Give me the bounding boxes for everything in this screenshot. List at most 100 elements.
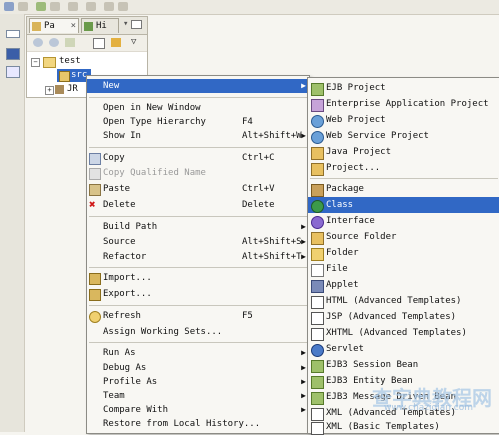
search-icon[interactable] [36, 2, 46, 11]
submenu-item-ejb-project[interactable]: EJB Project [308, 80, 499, 96]
submenu-arrow-icon: ▶ [301, 405, 306, 414]
hierarchy-view-icon[interactable] [6, 66, 20, 78]
submenu-arrow-icon: ▶ [301, 81, 306, 90]
submenu-item-ejb3-session-bean[interactable]: EJB3 Session Bean [308, 357, 499, 373]
minimize-icon[interactable] [131, 20, 142, 29]
submenu-item-xml-basic[interactable]: XML (Basic Templates) [308, 419, 499, 435]
submenu-item-project[interactable]: Project... [308, 160, 499, 176]
submenu-item-applet[interactable]: Applet [308, 277, 499, 293]
menu-item-refactor[interactable]: Refactor Alt+Shift+T ▶ [87, 250, 309, 264]
submenu-item-class[interactable]: Class [308, 197, 499, 213]
submenu-arrow-icon: ▶ [301, 252, 306, 261]
menu-item-debug-as[interactable]: Debug As ▶ [87, 361, 309, 375]
chevron-down-icon[interactable]: ▽ [131, 37, 136, 47]
tab-label: Pa [44, 21, 55, 31]
menu-item-refresh[interactable]: Refresh F5 [87, 309, 309, 323]
menu-item-show-in[interactable]: Show In Alt+Shift+W ▶ [87, 129, 309, 143]
menu-item-delete[interactable]: ✖ Delete Delete [87, 198, 309, 212]
link-editor-icon[interactable] [111, 38, 121, 47]
submenu-item-jsp[interactable]: JSP (Advanced Templates) [308, 309, 499, 325]
tree-item-test[interactable]: − test [31, 55, 141, 68]
submenu-item-xhtml[interactable]: XHTML (Advanced Templates) [308, 325, 499, 341]
submenu-item-servlet[interactable]: Servlet [308, 341, 499, 357]
menu-item-build-path[interactable]: Build Path ▶ [87, 220, 309, 234]
html-icon [311, 296, 324, 309]
submenu-item-file[interactable]: File [308, 261, 499, 277]
export-icon [89, 289, 101, 301]
menu-item-run-as[interactable]: Run As ▶ [87, 346, 309, 360]
close-icon[interactable]: × [71, 19, 76, 34]
new-submenu: EJB Project Enterprise Application Proje… [307, 77, 499, 435]
menu-item-source[interactable]: Source Alt+Shift+S ▶ [87, 235, 309, 249]
submenu-item-enterprise-application-project[interactable]: Enterprise Application Project [308, 96, 499, 112]
submenu-arrow-icon: ▶ [301, 377, 306, 386]
menu-item-team[interactable]: Team ▶ [87, 389, 309, 403]
session-bean-icon [311, 360, 324, 373]
jsp-icon [311, 312, 324, 325]
main-toolbar [0, 0, 499, 15]
submenu-item-web-project[interactable]: Web Project [308, 112, 499, 128]
submenu-item-folder[interactable]: Folder [308, 245, 499, 261]
forward-icon[interactable] [68, 2, 78, 11]
menu-item-import[interactable]: Import... [87, 271, 309, 285]
separator [89, 147, 307, 148]
folder-icon [311, 248, 324, 261]
submenu-item-source-folder[interactable]: Source Folder [308, 229, 499, 245]
nav2-icon[interactable] [118, 2, 128, 11]
separator [89, 216, 307, 217]
nav-icon[interactable] [104, 2, 114, 11]
context-menu: New ▶ Open in New Window Open Type Hierar… [86, 75, 310, 434]
menu-item-restore-from-local-history[interactable]: Restore from Local History... [87, 417, 309, 431]
class-icon [311, 200, 324, 213]
explorer-tab-bar: Pa × Hi ▾ [27, 17, 147, 35]
menu-item-profile-as[interactable]: Profile As ▶ [87, 375, 309, 389]
history-icon[interactable] [86, 2, 96, 11]
ear-project-icon [311, 99, 324, 112]
menu-item-export[interactable]: Export... [87, 287, 309, 301]
package-explorer-icon [32, 22, 41, 31]
menu-item-copy[interactable]: Copy Ctrl+C [87, 151, 309, 165]
expand-icon[interactable]: + [45, 86, 54, 95]
menu-item-assign-working-sets[interactable]: Assign Working Sets... [87, 325, 309, 339]
separator [89, 97, 307, 98]
run-icon[interactable] [4, 2, 14, 11]
tree-label: src [71, 70, 88, 80]
back-icon[interactable] [50, 2, 60, 11]
library-icon [55, 85, 64, 94]
interface-icon [311, 216, 324, 229]
menu-item-paste[interactable]: Paste Ctrl+V [87, 182, 309, 196]
menu-item-open-type-hierarchy[interactable]: Open Type Hierarchy F4 [87, 115, 309, 129]
forward-icon[interactable] [49, 38, 59, 47]
submenu-arrow-icon: ▶ [301, 363, 306, 372]
view-menu-icon[interactable]: ▾ [123, 19, 128, 29]
collapse-all-icon[interactable] [93, 38, 105, 49]
submenu-item-html[interactable]: HTML (Advanced Templates) [308, 293, 499, 309]
restore-icon[interactable] [6, 30, 20, 38]
tab-package-explorer[interactable]: Pa × [29, 18, 79, 33]
menu-item-new[interactable]: New ▶ [87, 79, 309, 93]
debug-icon[interactable] [18, 2, 28, 11]
submenu-item-java-project[interactable]: Java Project [308, 144, 499, 160]
up-icon[interactable] [65, 38, 75, 47]
menu-item-compare-with[interactable]: Compare With ▶ [87, 403, 309, 417]
submenu-item-interface[interactable]: Interface [308, 213, 499, 229]
submenu-item-web-service-project[interactable]: Web Service Project [308, 128, 499, 144]
back-icon[interactable] [33, 38, 43, 47]
menu-item-open-in-new-window[interactable]: Open in New Window [87, 101, 309, 115]
package-icon [311, 184, 324, 197]
tab-hierarchy[interactable]: Hi [81, 18, 119, 33]
collapse-icon[interactable]: − [31, 58, 40, 67]
paste-icon [89, 184, 101, 196]
servlet-icon [311, 344, 324, 357]
submenu-arrow-icon: ▶ [301, 391, 306, 400]
view-icon[interactable] [6, 48, 20, 60]
submenu-item-package[interactable]: Package [308, 181, 499, 197]
separator [89, 305, 307, 306]
separator [89, 267, 307, 268]
watermark-url: www.chazidian.com [384, 403, 474, 413]
tree-label: test [59, 56, 81, 66]
copy-qualified-icon [89, 168, 101, 180]
xml-basic-icon [311, 422, 324, 435]
tree-item-jre[interactable]: + JR [45, 83, 85, 96]
menu-item-copy-qualified-name: Copy Qualified Name [87, 166, 309, 180]
